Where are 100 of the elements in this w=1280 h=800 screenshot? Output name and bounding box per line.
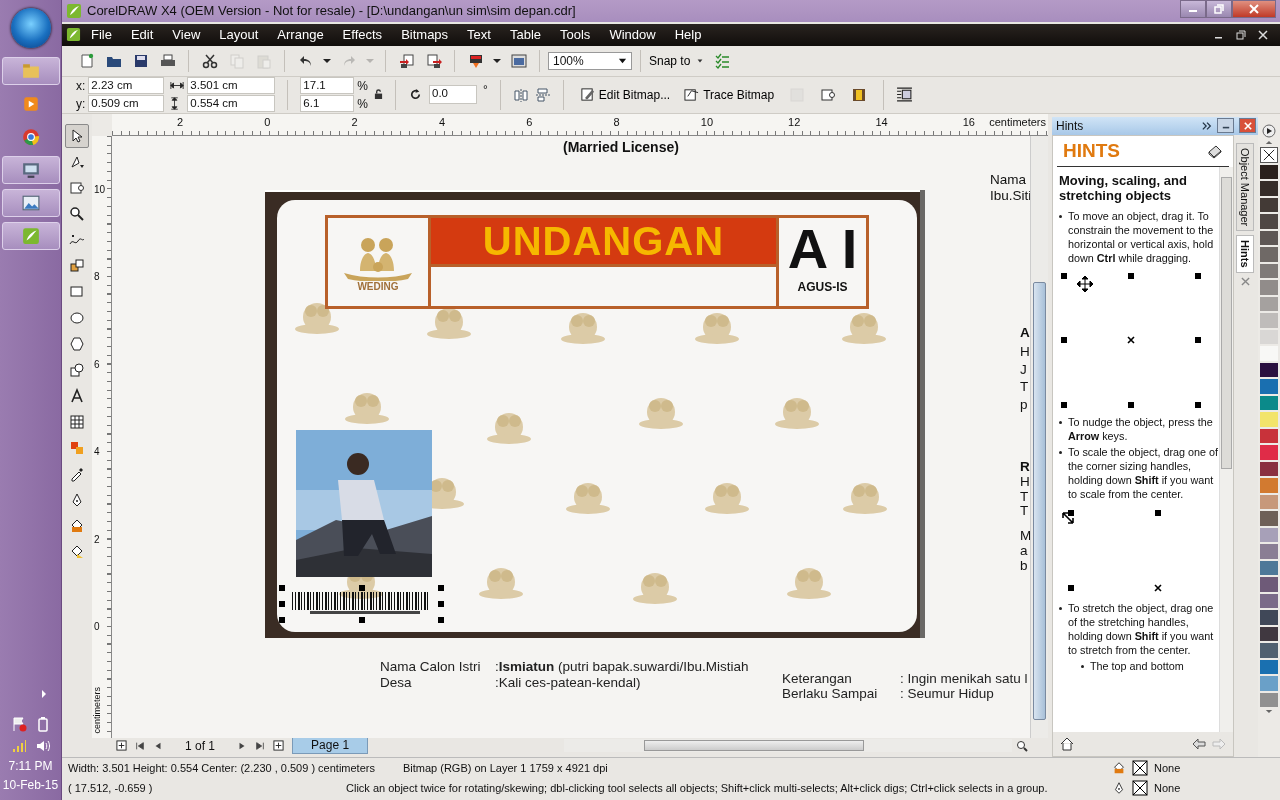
pick-tool[interactable]: [65, 123, 89, 148]
hint-text: To move an object, drag it. To constrain the movement to the horizontal or vertical axis, hold down Ctrl while dragging.: [1068, 208, 1215, 265]
color-swatch[interactable]: [1260, 263, 1278, 279]
color-swatch[interactable]: [1260, 379, 1278, 394]
docker-tab[interactable]: Object Manager: [1236, 142, 1254, 232]
home-icon[interactable]: [1059, 736, 1075, 753]
color-swatch[interactable]: [1260, 214, 1278, 229]
play-icon[interactable]: [1262, 123, 1276, 138]
color-swatch[interactable]: [1260, 659, 1278, 675]
width-field[interactable]: 3.501 cm: [187, 77, 276, 95]
taskbar-button[interactable]: [1, 189, 60, 217]
wrap-text-icon[interactable]: [896, 86, 914, 104]
selection-handles-drawing[interactable]: [279, 584, 444, 623]
add-page-icon[interactable]: [116, 740, 127, 752]
color-swatch[interactable]: [1260, 280, 1278, 295]
menu-item[interactable]: Effects: [332, 27, 392, 43]
horizontal-scrollbar[interactable]: [564, 739, 1012, 753]
menu-item[interactable]: Text: [457, 27, 500, 43]
color-swatch[interactable]: [1260, 643, 1278, 658]
color-swatch[interactable]: [1260, 676, 1278, 691]
expand-icon[interactable]: [1202, 120, 1212, 131]
minimize-button[interactable]: [1217, 118, 1234, 134]
color-swatch[interactable]: [1260, 544, 1278, 559]
menu-item[interactable]: Bitmaps: [391, 27, 458, 43]
docker-tab[interactable]: Hints: [1236, 235, 1254, 273]
menu-item[interactable]: Window: [599, 27, 665, 43]
corel-icon[interactable]: [66, 27, 81, 43]
color-swatch[interactable]: [1260, 610, 1278, 625]
minimize-button[interactable]: [1180, 0, 1206, 18]
color-swatch[interactable]: [1260, 478, 1278, 493]
color-swatch[interactable]: [1260, 577, 1278, 592]
zoom-dropdown[interactable]: 100%: [548, 51, 632, 70]
color-swatch[interactable]: [1260, 692, 1278, 708]
volume-icon[interactable]: [34, 738, 51, 754]
color-swatch[interactable]: [1260, 362, 1278, 378]
close-button[interactable]: [1239, 118, 1256, 134]
first-page-icon[interactable]: [135, 740, 145, 751]
mirror-vertical-icon[interactable]: [534, 86, 551, 103]
color-swatch[interactable]: [1260, 329, 1278, 345]
restore-icon[interactable]: [1236, 29, 1246, 40]
hint-topic: Moving, scaling, and stretching objects: [1059, 172, 1188, 203]
color-swatch[interactable]: [1260, 461, 1278, 477]
color-swatch[interactable]: [1260, 247, 1278, 262]
side-text: a: [1020, 542, 1028, 558]
ruler-label: 0: [94, 621, 100, 633]
clock-date[interactable]: 10-Feb-15: [2, 779, 59, 792]
x-field[interactable]: 2.23 cm: [88, 77, 165, 95]
color-swatch[interactable]: [1260, 560, 1278, 576]
vertical-scrollbar[interactable]: [1030, 135, 1048, 738]
color-swatch[interactable]: [1260, 313, 1278, 328]
rotation-field[interactable]: 0.0: [429, 85, 477, 105]
scale-y-field[interactable]: 6.1: [300, 95, 355, 113]
menu-item[interactable]: Edit: [120, 27, 163, 43]
taskbar-button[interactable]: [1, 156, 60, 184]
color-swatch[interactable]: [1260, 197, 1278, 213]
snap-to-button[interactable]: Snap to: [649, 53, 713, 68]
color-swatch[interactable]: [1260, 230, 1278, 246]
no-color-swatch[interactable]: [1260, 146, 1278, 163]
color-swatch[interactable]: [1260, 296, 1278, 312]
caret-icon: [323, 58, 331, 63]
last-page-icon[interactable]: [255, 740, 266, 751]
menu-item[interactable]: Help: [664, 27, 711, 43]
color-swatch[interactable]: [1260, 412, 1278, 427]
options-icon[interactable]: [714, 52, 731, 69]
color-swatch[interactable]: [1260, 511, 1278, 526]
menu-item[interactable]: File: [81, 27, 121, 43]
mirror-horizontal-icon[interactable]: [512, 86, 529, 103]
signal-icon[interactable]: [10, 738, 27, 754]
color-swatch[interactable]: [1260, 428, 1278, 444]
edit-bitmap-button[interactable]: Edit Bitmap...: [575, 85, 675, 105]
clock-time[interactable]: 7:11 PM: [8, 760, 53, 773]
restore-button[interactable]: [1206, 0, 1232, 18]
color-swatch[interactable]: [1260, 626, 1278, 642]
menu-item[interactable]: Tools: [550, 27, 600, 43]
flag-icon[interactable]: [10, 716, 27, 732]
y-field[interactable]: 0.509 cm: [88, 95, 165, 113]
vertical-ruler[interactable]: 10 8 6 4 2 0 centimeters: [92, 135, 112, 738]
color-swatch[interactable]: [1260, 527, 1278, 543]
tray-arrow-icon[interactable]: [40, 690, 49, 698]
color-swatch[interactable]: [1260, 395, 1278, 411]
color-swatch[interactable]: [1260, 593, 1278, 609]
color-swatch[interactable]: [1260, 494, 1278, 510]
color-swatch[interactable]: [1260, 164, 1278, 180]
menu-item[interactable]: Table: [499, 27, 550, 43]
menu-item[interactable]: View: [162, 27, 210, 43]
hints-scrollbar[interactable]: [1219, 166, 1233, 733]
previous-page-icon[interactable]: [153, 740, 163, 751]
close-button[interactable]: [1232, 0, 1276, 18]
height-field[interactable]: 0.554 cm: [187, 95, 276, 113]
menu-item[interactable]: Arrange: [267, 27, 333, 43]
color-swatch[interactable]: [1260, 181, 1278, 196]
add-page-icon[interactable]: [273, 740, 285, 752]
trace-bitmap-button[interactable]: Trace Bitmap: [680, 85, 779, 105]
horizontal-ruler[interactable]: 2 0 2 4 6 8 10 12 14 16 centimeters: [112, 113, 1048, 136]
zoom-icon[interactable]: [1016, 739, 1028, 752]
start-button[interactable]: [10, 8, 51, 48]
scale-x-field[interactable]: 17.1: [300, 77, 355, 95]
lock-icon[interactable]: [374, 89, 383, 101]
menu-item[interactable]: Layout: [209, 27, 268, 43]
color-swatch[interactable]: [1260, 445, 1278, 460]
